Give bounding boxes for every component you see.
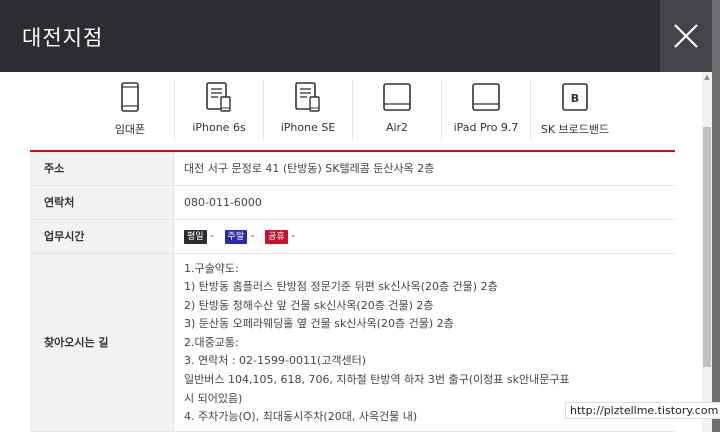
device-label: iPad Pro 9.7 [453, 121, 519, 134]
device-label: 임대폰 [114, 123, 146, 136]
weekend-hours: - [250, 228, 255, 242]
address-value: 대전 서구 문정로 41 (탄방동) SK텔레콤 둔산사옥 2층 [173, 151, 675, 186]
modal-scrollbar[interactable]: ▲ [702, 72, 712, 432]
device-label: SK 브로드밴드 [540, 123, 610, 136]
hours-value: 평일 - 주말 - 공휴 - [173, 219, 675, 254]
tablet-icon [383, 83, 411, 111]
device-tab-rental-phone[interactable]: 임대폰 [86, 80, 174, 140]
device-tab-sk-broadband[interactable]: B SK 브로드밴드 [530, 80, 619, 140]
page-background-strip [712, 0, 720, 432]
broadband-b-icon: B [562, 83, 588, 111]
device-tab-air2[interactable]: Air2 [352, 80, 441, 140]
hours-label: 업무시간 [30, 219, 174, 254]
weekday-hours: - [210, 228, 215, 242]
close-button[interactable] [660, 0, 712, 72]
directions-line: 1.구술약도: [184, 261, 239, 275]
branch-modal: 대전지점 임대폰 iPhone 6s iPhone SE Air2 iPad P… [0, 0, 712, 432]
scroll-up-arrow-icon[interactable]: ▲ [702, 72, 712, 82]
device-tab-ipad-pro[interactable]: iPad Pro 9.7 [441, 80, 530, 140]
directions-line: 1) 탄방동 홈플러스 탄방점 정문기준 뒤편 sk신사옥(20층 건물) 2층 [184, 280, 498, 294]
weekday-badge: 평일 [184, 229, 207, 244]
table-row: 업무시간 평일 - 주말 - 공휴 - [30, 219, 675, 254]
branch-info-table: 주소 대전 서구 문정로 41 (탄방동) SK텔레콤 둔산사옥 2층 연락처 … [30, 150, 675, 432]
table-row: 주소 대전 서구 문정로 41 (탄방동) SK텔레콤 둔산사옥 2층 [30, 151, 675, 186]
modal-title: 대전지점 [22, 26, 104, 50]
phone-document-icon [295, 82, 320, 112]
phone-value: 080-011-6000 [173, 185, 675, 220]
device-tab-iphone-se[interactable]: iPhone SE [263, 80, 352, 140]
watermark: http://plztellme.tistory.com [565, 402, 720, 419]
scroll-thumb[interactable] [703, 127, 711, 367]
directions-line: 일반버스 104,105, 618, 706, 지하철 탄방역 하자 3번 출구… [184, 373, 570, 387]
tablet-icon [472, 83, 500, 111]
directions-label: 찾아오시는 길 [30, 253, 174, 432]
device-label: iPhone SE [280, 121, 336, 134]
modal-header: 대전지점 [0, 0, 712, 72]
directions-line: 3) 둔산동 오페라웨딩홀 옆 건물 sk신사옥(20층 건물) 2층 [184, 317, 454, 331]
device-tab-iphone-6s[interactable]: iPhone 6s [174, 80, 263, 140]
directions-line: 2.대중교통: [184, 335, 239, 349]
phone-icon [121, 82, 139, 112]
directions-line: 2) 탄방동 청해수산 앞 건물 sk신사옥(20층 건물) 2층 [184, 298, 434, 312]
phone-document-icon [206, 82, 231, 112]
svg-text:B: B [571, 92, 579, 105]
table-row: 연락처 080-011-6000 [30, 185, 675, 220]
close-icon [674, 24, 698, 48]
holiday-hours: - [291, 228, 296, 242]
device-label: iPhone 6s [192, 121, 246, 134]
address-label: 주소 [30, 151, 174, 186]
device-label: Air2 [385, 121, 409, 134]
weekend-badge: 주말 [224, 229, 248, 244]
phone-label: 연락처 [30, 185, 174, 220]
holiday-badge: 공휴 [265, 229, 288, 244]
directions-line: 3. 연락처 : 02-1599-0011(고객센터) [184, 354, 367, 368]
device-tabs: 임대폰 iPhone 6s iPhone SE Air2 iPad Pro 9.… [86, 80, 619, 144]
